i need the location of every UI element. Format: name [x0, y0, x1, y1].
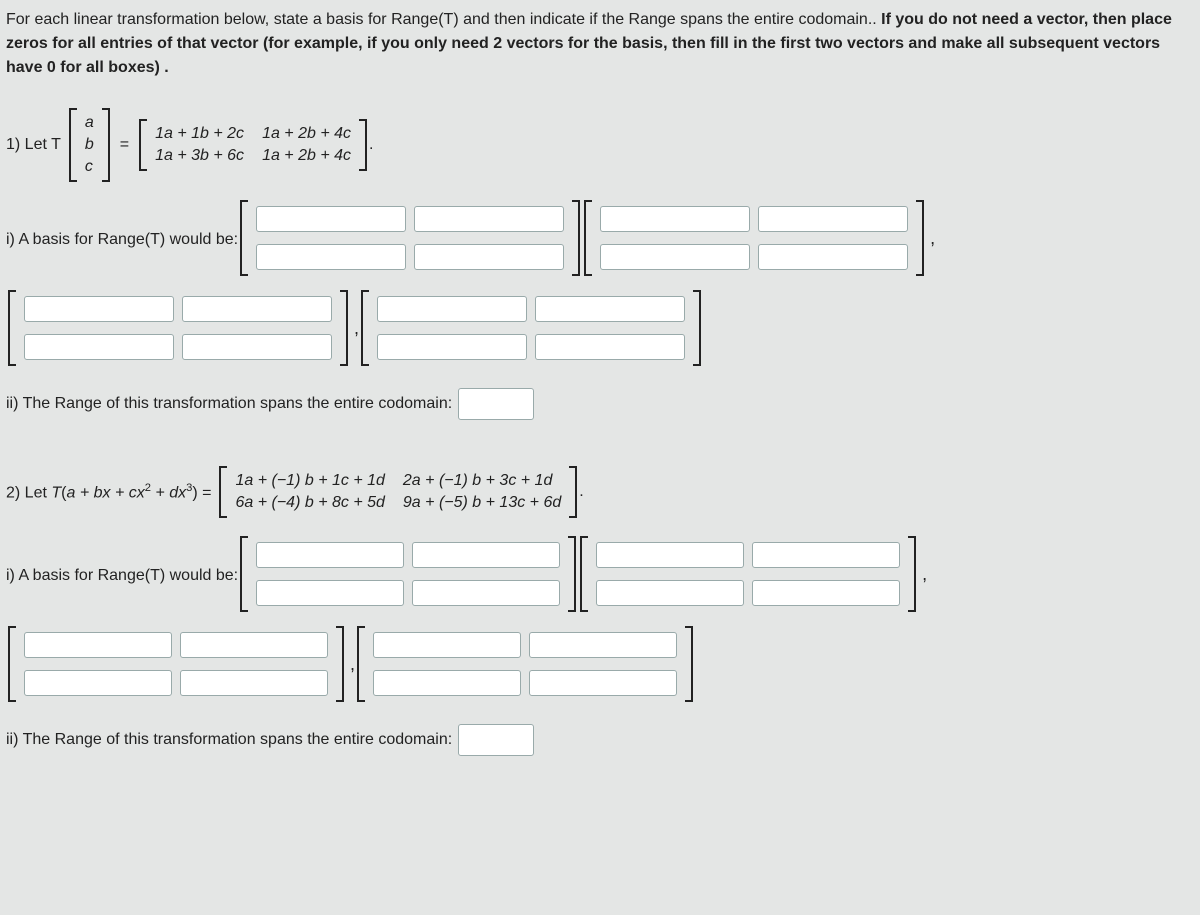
p1-basis-matrix-1	[240, 200, 580, 276]
p1-b2-r2c2[interactable]	[758, 244, 908, 270]
p1-b2-r1c1[interactable]	[600, 206, 750, 232]
m2-r2c1: 6a + (−4) b + 8c + 5d	[235, 494, 384, 512]
p2-b1-r1c1[interactable]	[256, 542, 404, 568]
m2-r1c1: 1a + (−1) b + 1c + 1d	[235, 472, 384, 490]
p2-b2-r1c1[interactable]	[596, 542, 744, 568]
p2-b2-r1c2[interactable]	[752, 542, 900, 568]
p1-b2-r2c1[interactable]	[600, 244, 750, 270]
instructions: For each linear transformation below, st…	[6, 8, 1194, 80]
p2-b3-r2c2[interactable]	[180, 670, 328, 696]
p1-b1-r2c1[interactable]	[256, 244, 406, 270]
comma-3: ,	[922, 564, 927, 585]
p1-codomain-input[interactable]	[458, 388, 534, 420]
problem-1-equation: 1) Let T a b c = 1a + 1b + 2c 1a + 2b + …	[6, 108, 1194, 182]
p1-b2-r1c2[interactable]	[758, 206, 908, 232]
vec-b: b	[85, 136, 94, 154]
output-matrix-2: 1a + (−1) b + 1c + 1d 2a + (−1) b + 3c +…	[219, 466, 577, 518]
p2-basis-matrix-2	[580, 536, 916, 612]
output-matrix-1: 1a + 1b + 2c 1a + 2b + 4c 1a + 3b + 6c 1…	[139, 119, 367, 171]
p1-b4-r2c2[interactable]	[535, 334, 685, 360]
vec-c: c	[85, 158, 93, 176]
p1-basis-matrix-3	[8, 290, 348, 366]
m1-r1c2: 1a + 2b + 4c	[262, 125, 351, 143]
m1-r2c1: 1a + 3b + 6c	[155, 147, 244, 165]
problem-1-label: 1) Let T	[6, 136, 61, 154]
p2-basis-matrix-4	[357, 626, 693, 702]
p2-b4-r1c2[interactable]	[529, 632, 677, 658]
p1-b3-r1c2[interactable]	[182, 296, 332, 322]
p1-basis-row: i) A basis for Range(T) would be:	[6, 200, 1194, 276]
m1-r2c2: 1a + 2b + 4c	[262, 147, 351, 165]
m2-r2c2: 9a + (−5) b + 13c + 6d	[403, 494, 561, 512]
p2-b2-r2c1[interactable]	[596, 580, 744, 606]
problem-2-label: 2) Let T(a + bx + cx2 + dx3) =	[6, 482, 211, 502]
p2-basis-row: i) A basis for Range(T) would be:	[6, 536, 1194, 612]
p2-codomain-row: ii) The Range of this transformation spa…	[6, 724, 1194, 756]
p1-basis-row-2: ,	[6, 290, 1194, 366]
period-2: .	[579, 483, 583, 501]
problem-2: 2) Let T(a + bx + cx2 + dx3) = 1a + (−1)…	[6, 466, 1194, 518]
p2-b1-r2c1[interactable]	[256, 580, 404, 606]
p1-basis-matrix-2	[584, 200, 924, 276]
p1-b3-r2c2[interactable]	[182, 334, 332, 360]
problem-2-equation: 2) Let T(a + bx + cx2 + dx3) = 1a + (−1)…	[6, 466, 1194, 518]
p1-b3-r2c1[interactable]	[24, 334, 174, 360]
vec-a: a	[85, 114, 94, 132]
comma-1: ,	[930, 228, 935, 249]
p1-b4-r2c1[interactable]	[377, 334, 527, 360]
p2-b3-r1c2[interactable]	[180, 632, 328, 658]
p2-b4-r2c2[interactable]	[529, 670, 677, 696]
p2-basis-label: i) A basis for Range(T) would be:	[6, 567, 238, 585]
p1-b4-r1c1[interactable]	[377, 296, 527, 322]
p1-codomain-label: ii) The Range of this transformation spa…	[6, 395, 452, 413]
p2-codomain-label: ii) The Range of this transformation spa…	[6, 731, 452, 749]
p2-b1-r1c2[interactable]	[412, 542, 560, 568]
p1-b1-r2c2[interactable]	[414, 244, 564, 270]
p1-b1-r1c1[interactable]	[256, 206, 406, 232]
p1-codomain-row: ii) The Range of this transformation spa…	[6, 388, 1194, 420]
comma-4: ,	[350, 654, 355, 675]
m1-r1c1: 1a + 1b + 2c	[155, 125, 244, 143]
p1-basis-label: i) A basis for Range(T) would be:	[6, 231, 238, 249]
p1-basis-matrix-4	[361, 290, 701, 366]
p2-basis-matrix-1	[240, 536, 576, 612]
p2-b4-r1c1[interactable]	[373, 632, 521, 658]
equals-sign: =	[120, 136, 129, 154]
instructions-part1: For each linear transformation below, st…	[6, 11, 881, 28]
p2-basis-matrix-3	[8, 626, 344, 702]
p2-b2-r2c2[interactable]	[752, 580, 900, 606]
p1-b1-r1c2[interactable]	[414, 206, 564, 232]
m2-r1c2: 2a + (−1) b + 3c + 1d	[403, 472, 552, 490]
p2-b3-r2c1[interactable]	[24, 670, 172, 696]
p2-b3-r1c1[interactable]	[24, 632, 172, 658]
p2-b4-r2c1[interactable]	[373, 670, 521, 696]
problem-1: 1) Let T a b c = 1a + 1b + 2c 1a + 2b + …	[6, 108, 1194, 182]
p2-codomain-input[interactable]	[458, 724, 534, 756]
p2-b1-r2c2[interactable]	[412, 580, 560, 606]
comma-2: ,	[354, 318, 359, 339]
p1-b4-r1c2[interactable]	[535, 296, 685, 322]
p2-basis-row-2: ,	[6, 626, 1194, 702]
p1-b3-r1c1[interactable]	[24, 296, 174, 322]
period: .	[369, 136, 373, 154]
input-vector: a b c	[69, 108, 110, 182]
